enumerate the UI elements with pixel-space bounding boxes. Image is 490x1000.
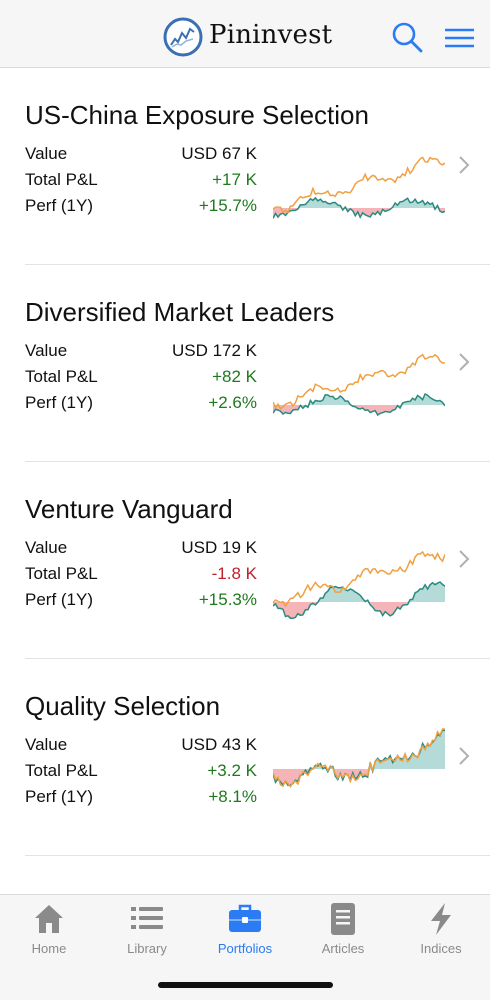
value-label: Value bbox=[25, 538, 68, 557]
performance-sparkline bbox=[272, 546, 446, 624]
perf-row: Perf (1Y) +2.6% bbox=[25, 393, 257, 417]
value-label: Value bbox=[25, 735, 68, 754]
list-icon bbox=[131, 907, 163, 929]
card-divider bbox=[25, 855, 490, 856]
chevron-right-icon bbox=[459, 156, 470, 174]
chevron-right-icon bbox=[459, 353, 470, 371]
pnl-row: Total P&L +17 K bbox=[25, 170, 257, 194]
performance-sparkline bbox=[272, 727, 446, 805]
sparkline-gain-area bbox=[273, 730, 445, 769]
value-row: Value USD 67 K bbox=[25, 144, 257, 168]
perf-amount: +15.7% bbox=[198, 196, 257, 215]
home-indicator bbox=[158, 982, 333, 988]
value-label: Value bbox=[25, 341, 68, 360]
sparkline-loss-area bbox=[273, 602, 445, 619]
tab-articles[interactable]: Articles bbox=[294, 895, 392, 965]
value-label: Value bbox=[25, 144, 68, 163]
pnl-label: Total P&L bbox=[25, 564, 98, 583]
chevron-right-icon bbox=[459, 550, 470, 568]
pnl-amount: +17 K bbox=[212, 170, 257, 189]
portfolio-name: Diversified Market Leaders bbox=[25, 297, 335, 327]
value-amount: USD 172 K bbox=[171, 341, 257, 360]
pnl-label: Total P&L bbox=[25, 170, 98, 189]
perf-row: Perf (1Y) +15.7% bbox=[25, 196, 257, 220]
tab-home[interactable]: Home bbox=[0, 895, 98, 965]
briefcase-icon bbox=[229, 904, 261, 932]
portfolio-name: Venture Vanguard bbox=[25, 494, 233, 524]
perf-row: Perf (1Y) +15.3% bbox=[25, 590, 257, 614]
performance-sparkline bbox=[272, 152, 446, 230]
pnl-row: Total P&L +82 K bbox=[25, 367, 257, 391]
pnl-amount: +82 K bbox=[212, 367, 257, 386]
app-title: Pininvest bbox=[209, 20, 333, 50]
pnl-row: Total P&L +3.2 K bbox=[25, 761, 257, 785]
portfolio-card[interactable]: Venture Vanguard Value USD 19 K Total P&… bbox=[0, 462, 490, 659]
value-amount: USD 43 K bbox=[181, 735, 257, 754]
pnl-amount: -1.8 K bbox=[211, 564, 257, 583]
portfolio-card[interactable]: US-China Exposure Selection Value USD 67… bbox=[0, 68, 490, 265]
pnl-row: Total P&L -1.8 K bbox=[25, 564, 257, 588]
chevron-right-icon bbox=[459, 747, 470, 765]
pininvest-logo-icon bbox=[163, 17, 203, 57]
perf-amount: +2.6% bbox=[208, 393, 257, 412]
portfolio-card[interactable]: Diversified Market Leaders Value USD 172… bbox=[0, 265, 490, 462]
pnl-label: Total P&L bbox=[25, 367, 98, 386]
value-row: Value USD 172 K bbox=[25, 341, 257, 365]
perf-label: Perf (1Y) bbox=[25, 393, 94, 412]
portfolio-name: Quality Selection bbox=[25, 691, 221, 721]
document-icon bbox=[331, 903, 355, 935]
value-row: Value USD 19 K bbox=[25, 538, 257, 562]
sparkline-gain-area bbox=[273, 582, 445, 602]
home-icon bbox=[35, 905, 63, 933]
tab-indices[interactable]: Indices bbox=[392, 895, 490, 965]
portfolio-name: US-China Exposure Selection bbox=[25, 100, 369, 130]
app-header: Pininvest bbox=[0, 0, 490, 68]
performance-sparkline bbox=[272, 349, 446, 427]
tab-portfolios[interactable]: Portfolios bbox=[196, 895, 294, 965]
pnl-label: Total P&L bbox=[25, 761, 98, 780]
tab-library[interactable]: Library bbox=[98, 895, 196, 965]
lightning-icon bbox=[431, 903, 451, 935]
search-icon[interactable] bbox=[390, 20, 424, 54]
sparkline-loss-area bbox=[273, 405, 445, 415]
value-amount: USD 67 K bbox=[181, 144, 257, 163]
value-row: Value USD 43 K bbox=[25, 735, 257, 759]
perf-row: Perf (1Y) +8.1% bbox=[25, 787, 257, 811]
pnl-amount: +3.2 K bbox=[207, 761, 257, 780]
perf-label: Perf (1Y) bbox=[25, 590, 94, 609]
perf-label: Perf (1Y) bbox=[25, 196, 94, 215]
portfolio-card[interactable]: Quality Selection Value USD 43 K Total P… bbox=[0, 659, 490, 856]
value-amount: USD 19 K bbox=[181, 538, 257, 557]
perf-label: Perf (1Y) bbox=[25, 787, 94, 806]
hamburger-menu-icon[interactable] bbox=[442, 20, 476, 54]
perf-amount: +15.3% bbox=[198, 590, 257, 609]
perf-amount: +8.1% bbox=[208, 787, 257, 806]
